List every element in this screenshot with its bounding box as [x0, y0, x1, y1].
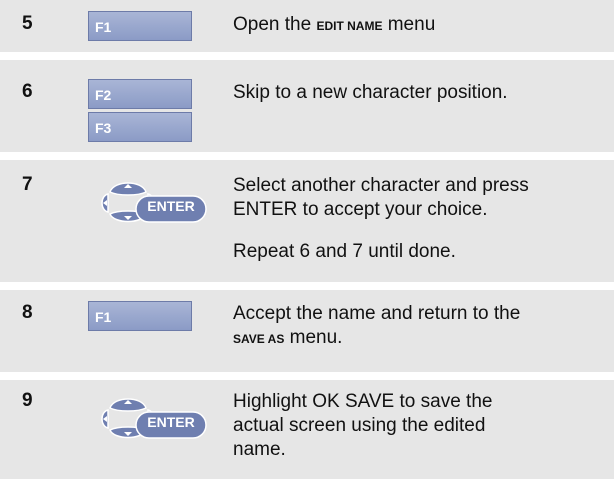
- step-row-8: 8 F1 Accept the name and return to the S…: [0, 290, 614, 372]
- step-row-7: 7 ENTER Select another character and pre…: [0, 160, 614, 282]
- step-number: 8: [22, 302, 33, 323]
- f1-key: F1: [88, 11, 192, 41]
- menu-name: SAVE AS: [233, 332, 285, 346]
- enter-key-label: ENTER: [147, 414, 195, 430]
- arrow-keypad-icon: ENTER: [86, 384, 214, 446]
- step-description: Select another character and press ENTER…: [233, 175, 529, 262]
- f3-key: F3: [88, 112, 192, 142]
- step-description: Highlight OK SAVE to save the actual scr…: [233, 391, 493, 460]
- step-number: 9: [22, 390, 33, 411]
- step-description: Open the EDIT NAME menu: [233, 14, 436, 35]
- step-description: Skip to a new character position.: [233, 82, 508, 103]
- arrow-keypad-icon: ENTER: [86, 168, 214, 230]
- step-description: Accept the name and return to the SAVE A…: [233, 303, 521, 348]
- enter-key-label: ENTER: [147, 198, 195, 214]
- step-number: 6: [22, 81, 33, 102]
- menu-name: EDIT NAME: [316, 19, 383, 33]
- step-number: 5: [22, 13, 33, 34]
- step-number: 7: [22, 174, 33, 195]
- f1-key: F1: [88, 301, 192, 331]
- step-row-5: 5 F1 Open the EDIT NAME menu: [0, 0, 614, 52]
- step-row-6: 6 F2 F3 Skip to a new character position…: [0, 60, 614, 152]
- step-row-9: 9 ENTER Highlight OK SAVE to save the ac…: [0, 380, 614, 479]
- f2-key: F2: [88, 79, 192, 109]
